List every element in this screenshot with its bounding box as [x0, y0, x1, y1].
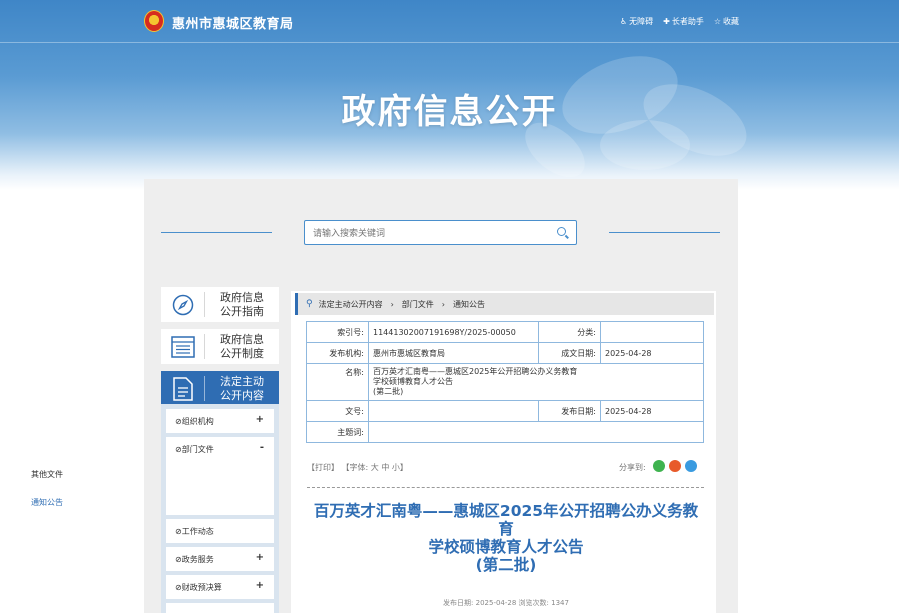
link-icon: ⊘	[175, 527, 182, 536]
meta-index-value: 11441302007191698Y/2025-00050	[368, 321, 539, 343]
weibo-icon[interactable]	[669, 460, 681, 472]
document-meta-table: 索引号: 11441302007191698Y/2025-00050 分类: 发…	[306, 321, 704, 443]
submenu-item-work-news[interactable]: ⊘工作动态	[166, 519, 274, 543]
sidebar-card-system[interactable]: 政府信息 公开制度	[161, 329, 279, 364]
wechat-icon[interactable]	[653, 460, 665, 472]
sidebar-card-content[interactable]: 法定主动 公开内容	[161, 371, 279, 406]
search-box	[304, 220, 577, 246]
article-toolbar: 【打印】 【字体: 大 中 小】 分享到:	[307, 460, 704, 473]
search-decor-line-left	[161, 232, 272, 233]
elderly-assist-link[interactable]: ✚ 长者助手	[663, 16, 704, 27]
expand-icon[interactable]: +	[256, 414, 264, 425]
sidebar-submenu: ⊘组织机构 + ⊘部门文件 - ⊘工作动态 ⊘政务服务 + ⊘财政预决算 +	[161, 404, 279, 613]
star-icon: ☆	[713, 17, 721, 26]
document-icon	[161, 376, 205, 401]
breadcrumb-item[interactable]: 法定主动公开内容	[319, 299, 383, 310]
breadcrumb: ⚲ 法定主动公开内容 › 部门文件 › 通知公告	[295, 293, 714, 315]
submenu-item-budget[interactable]: ⊘财政预决算 +	[166, 575, 274, 599]
search-decor-line-right	[609, 232, 720, 233]
sidebar-card-guide[interactable]: 政府信息 公开指南	[161, 287, 279, 322]
link-icon: ⊘	[175, 555, 182, 564]
qq-icon[interactable]	[685, 460, 697, 472]
search-icon[interactable]	[557, 227, 566, 236]
collapse-icon[interactable]: -	[260, 442, 264, 453]
sidebar-card-label: 法定主动	[220, 374, 264, 388]
header-banner: 惠州市惠城区教育局 ♿ 无障碍 ✚ 长者助手 ☆ 收藏 政府信息公开	[0, 0, 899, 190]
share-label: 分享到:	[619, 463, 646, 472]
sidebar-card-label: 公开制度	[220, 346, 264, 360]
list-icon	[161, 334, 205, 359]
accessibility-icon: ♿	[619, 17, 628, 26]
sidebar-card-label: 公开指南	[220, 304, 264, 318]
site-name[interactable]: 惠州市惠城区教育局	[172, 13, 294, 32]
meta-label: 文号:	[306, 400, 369, 422]
link-icon: ⊘	[175, 583, 182, 592]
expand-icon[interactable]: +	[256, 580, 264, 591]
print-button[interactable]: 【打印】	[307, 463, 339, 472]
submenu-item-dept-files[interactable]: ⊘部门文件 -	[166, 437, 274, 515]
submenu-child-notices[interactable]: 通知公告	[31, 497, 63, 508]
meta-docno-value	[368, 400, 539, 422]
submenu-child-other-files[interactable]: 其他文件	[31, 469, 63, 480]
meta-created-value: 2025-04-28	[600, 342, 704, 364]
meta-label: 成文日期:	[538, 342, 601, 364]
link-icon: ⊘	[175, 417, 182, 426]
meta-name-value: 百万英才汇南粤——惠城区2025年公开招聘公办义务教育 学校硕博教育人才公告 (…	[368, 363, 704, 401]
header-divider	[0, 42, 899, 43]
accessibility-link[interactable]: ♿ 无障碍	[620, 16, 653, 27]
article-divider	[307, 487, 704, 488]
submenu-item-gov-service[interactable]: ⊘政务服务 +	[166, 547, 274, 571]
national-emblem-icon	[144, 10, 164, 32]
compass-icon	[161, 292, 205, 317]
elderly-assist-icon: ✚	[663, 17, 670, 26]
meta-label: 发布日期:	[538, 400, 601, 422]
meta-label: 名称:	[306, 363, 369, 401]
meta-label: 发布机构:	[306, 342, 369, 364]
meta-published-value: 2025-04-28	[600, 400, 704, 422]
meta-topic-value	[368, 421, 704, 443]
meta-label: 主题词:	[306, 421, 369, 443]
link-icon: ⊘	[175, 445, 182, 454]
breadcrumb-separator: ›	[390, 299, 394, 309]
article-title: 百万英才汇南粤——惠城区2025年公开招聘公办义务教 育 学校硕博教育人才公告 …	[313, 502, 699, 574]
meta-label: 分类:	[538, 321, 601, 343]
article-publish-info: 发布日期: 2025-04-28 浏览次数: 1347	[443, 599, 569, 607]
submenu-item-more[interactable]	[166, 603, 274, 613]
font-medium-button[interactable]: 中	[381, 463, 389, 472]
breadcrumb-item[interactable]: 部门文件	[402, 299, 434, 310]
breadcrumb-separator: ›	[441, 299, 445, 309]
font-large-button[interactable]: 大	[371, 463, 379, 472]
favorite-link[interactable]: ☆ 收藏	[714, 16, 739, 27]
page-title: 政府信息公开	[341, 92, 558, 132]
font-size-label: 【字体:	[341, 463, 369, 472]
sidebar-card-label: 公开内容	[220, 388, 264, 402]
location-pin-icon: ⚲	[306, 299, 313, 309]
submenu-item-org[interactable]: ⊘组织机构 +	[166, 409, 274, 433]
meta-label: 索引号:	[306, 321, 369, 343]
search-input[interactable]	[305, 222, 545, 246]
meta-publisher-value: 惠州市惠城区教育局	[368, 342, 539, 364]
sidebar-card-label: 政府信息	[220, 290, 264, 304]
breadcrumb-item[interactable]: 通知公告	[453, 299, 485, 310]
sidebar-card-label: 政府信息	[220, 332, 264, 346]
font-small-button[interactable]: 小】	[392, 463, 408, 472]
expand-icon[interactable]: +	[256, 552, 264, 563]
top-links: ♿ 无障碍 ✚ 长者助手 ☆ 收藏	[620, 16, 739, 27]
meta-category-value	[600, 321, 704, 343]
